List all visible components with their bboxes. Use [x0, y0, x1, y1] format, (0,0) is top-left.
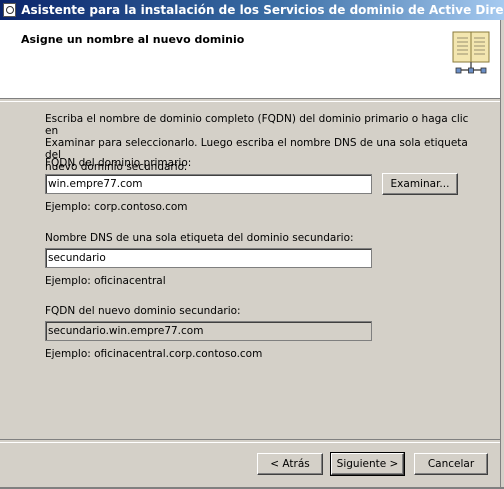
parent-example-text: Ejemplo: corp.contoso.com: [45, 201, 188, 213]
child-dns-input[interactable]: secundario: [45, 248, 372, 268]
footer-divider: [0, 439, 500, 443]
browse-button[interactable]: Examinar...: [382, 173, 458, 195]
next-button[interactable]: Siguiente >: [330, 452, 405, 476]
wizard-header: Asigne un nombre al nuevo dominio: [0, 20, 501, 98]
instructions-line: Escriba el nombre de dominio completo (F…: [45, 113, 469, 137]
child-example-text: Ejemplo: oficinacentral: [45, 275, 166, 287]
title-bar[interactable]: Asistente para la instalación de los Ser…: [0, 0, 504, 20]
header-divider: [0, 98, 500, 102]
new-fqdn-label: FQDN del nuevo dominio secundario:: [45, 305, 241, 317]
child-dns-label: Nombre DNS de una sola etiqueta del domi…: [45, 232, 354, 244]
window-right-edge: [500, 20, 504, 489]
new-fqdn-example-text: Ejemplo: oficinacentral.corp.contoso.com: [45, 348, 263, 360]
window-title: Asistente para la instalación de los Ser…: [21, 3, 504, 17]
cancel-button[interactable]: Cancelar: [414, 453, 488, 475]
back-button[interactable]: < Atrás: [257, 453, 323, 475]
new-fqdn-field: secundario.win.empre77.com: [45, 321, 372, 341]
book-directory-icon: [452, 31, 490, 74]
page-title: Asigne un nombre al nuevo dominio: [21, 33, 245, 46]
parent-fqdn-label: FQDN del dominio primario:: [45, 157, 192, 169]
parent-fqdn-input[interactable]: win.empre77.com: [45, 174, 372, 194]
ad-wizard-icon: [3, 3, 17, 17]
